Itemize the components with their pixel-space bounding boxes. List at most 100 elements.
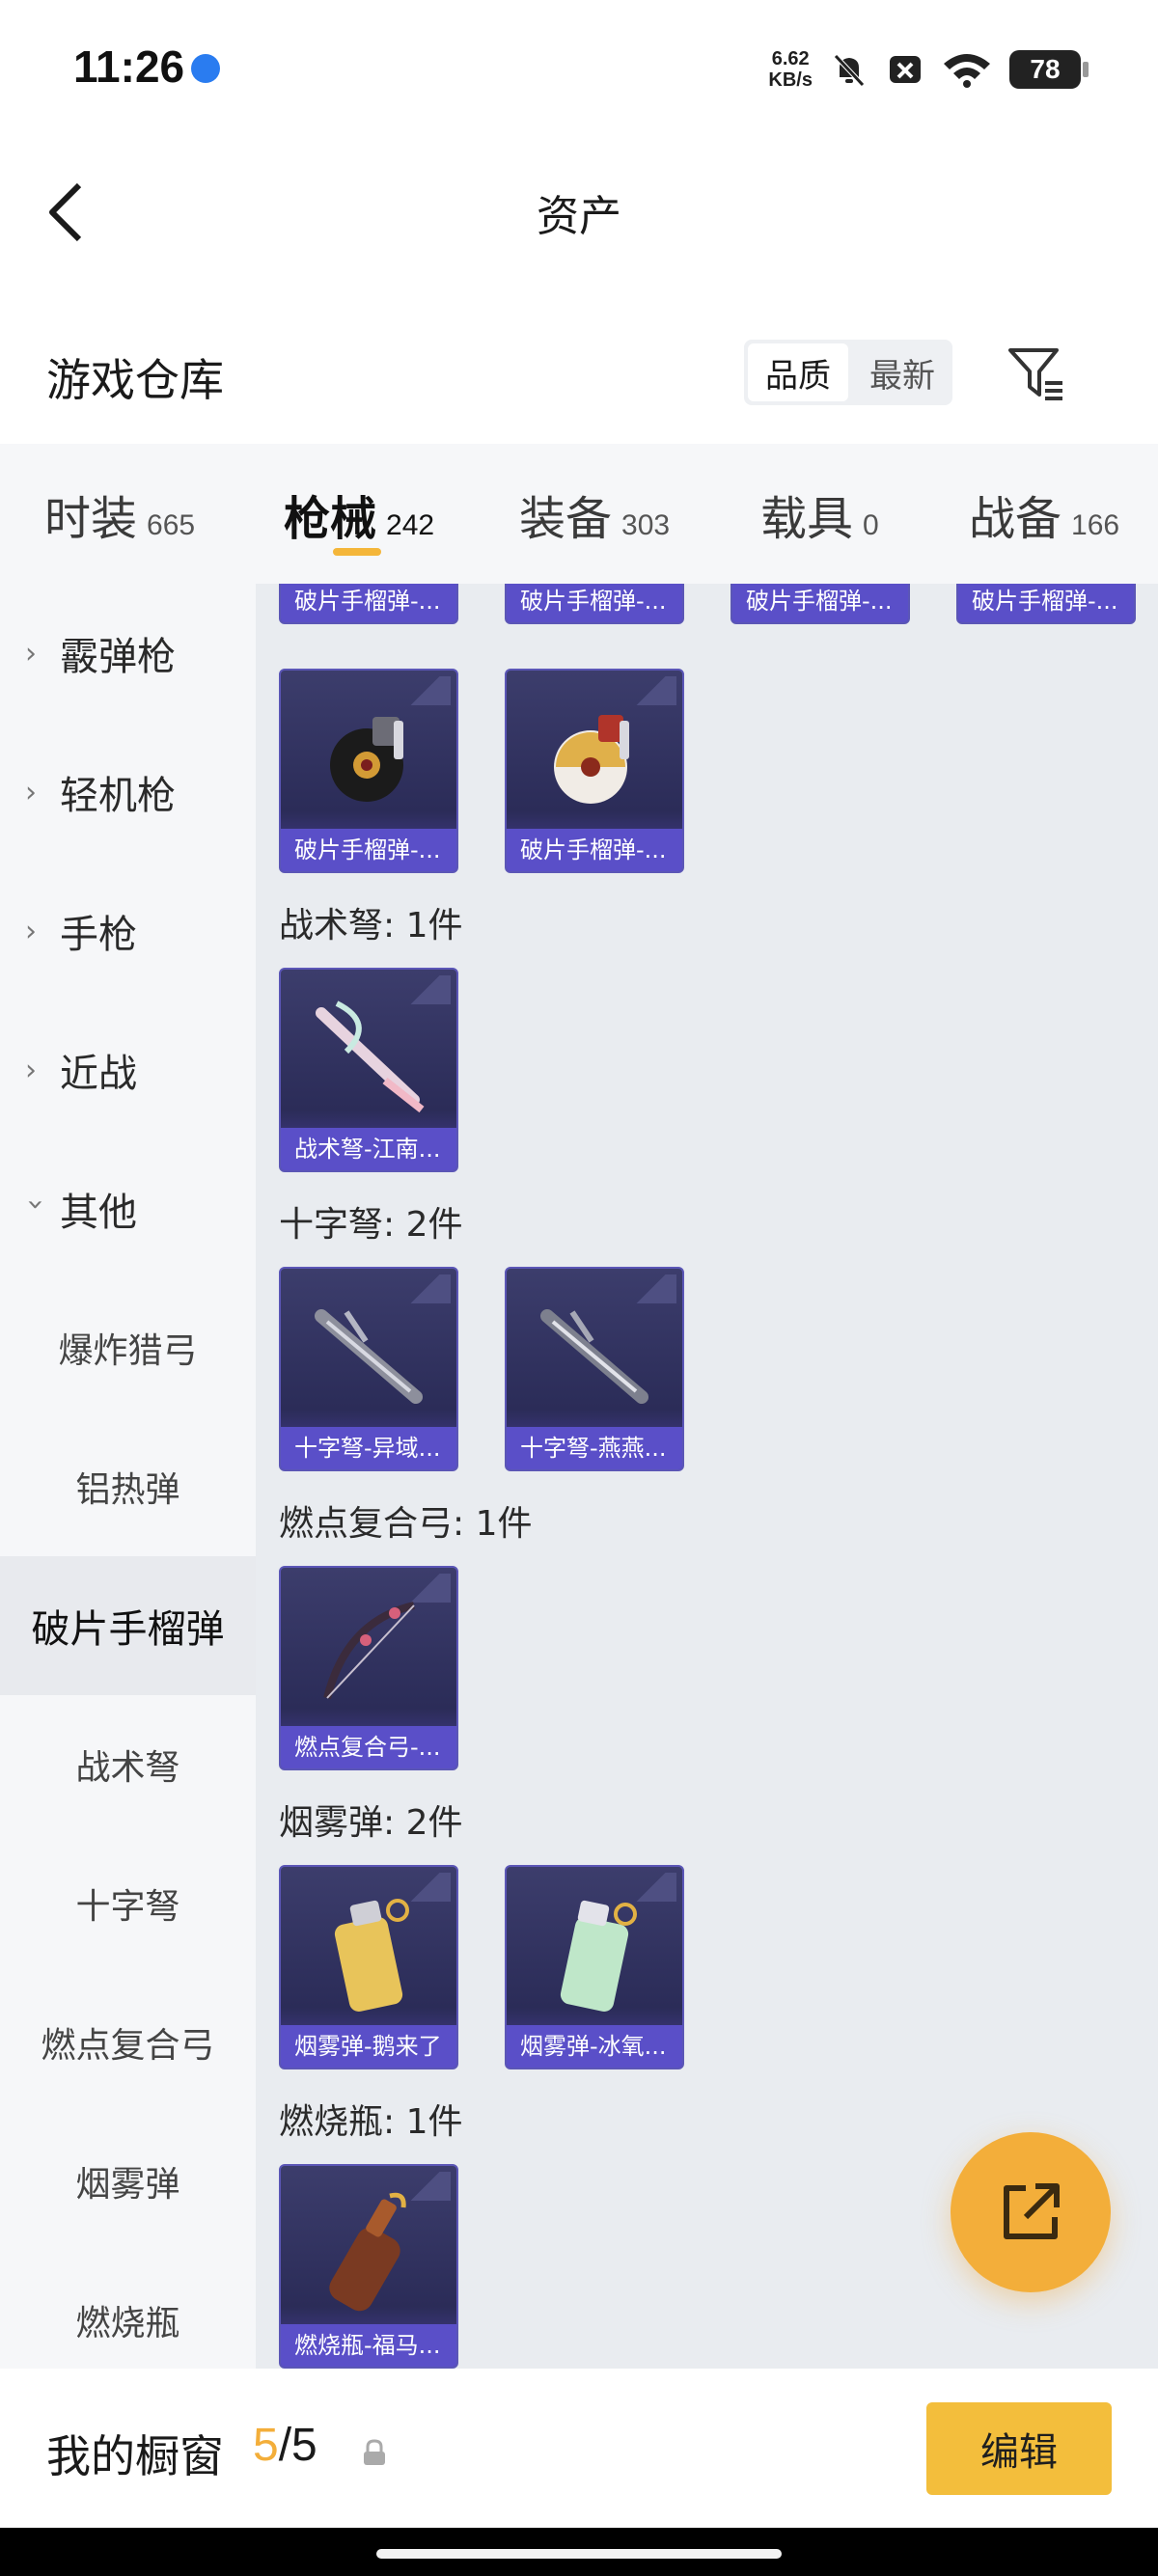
item-card[interactable]: 烟雾弹-冰氧... xyxy=(505,1865,684,2069)
category-tabs: 时装 665 枪械 242 装备 303 载具 0 战备 166 xyxy=(0,444,1158,584)
category-sidebar: › 霰弹枪 › 轻机枪 › 手枪 › 近战 › 其他 爆炸猎弓 铝热弹 破片手榴… xyxy=(0,584,256,2369)
app-notification-icon xyxy=(191,54,220,83)
crossbow-image xyxy=(300,1288,441,1423)
sidebar-sub-compound-bow[interactable]: 燃点复合弓 xyxy=(0,1973,256,2112)
smoke-grenade-image xyxy=(300,1886,441,2021)
crossbow-image xyxy=(526,1288,667,1423)
tab-count: 242 xyxy=(386,509,435,541)
share-fab-button[interactable] xyxy=(951,2132,1111,2292)
status-bar: 11:26 6.62 KB/s 78 xyxy=(0,0,1158,135)
item-card[interactable]: 燃烧瓶-福马... xyxy=(279,2164,458,2369)
tab-firearms[interactable]: 枪械 242 xyxy=(284,480,434,548)
item-card-label: 破片手榴弹-... xyxy=(507,584,682,622)
tab-count: 166 xyxy=(1071,509,1120,541)
item-card-label: 烟雾弹-冰氧... xyxy=(507,2025,682,2068)
item-card-label: 破片手榴弹-... xyxy=(507,829,682,871)
item-card-label: 破片手榴弹-... xyxy=(732,584,908,622)
chevron-right-icon: › xyxy=(25,1053,37,1087)
chevron-down-icon: › xyxy=(18,1198,53,1210)
tab-tactical[interactable]: 战备 166 xyxy=(969,480,1119,548)
item-card[interactable]: 破片手榴弹-... xyxy=(279,669,458,873)
filter-button[interactable] xyxy=(1002,340,1069,407)
network-speed: 6.62 KB/s xyxy=(768,48,813,91)
showcase-separator: / xyxy=(278,2420,292,2471)
sidebar-sub-tactical-crossbow[interactable]: 战术弩 xyxy=(0,1695,256,1834)
group-heading-molotov: 燃烧瓶: 1件 xyxy=(279,2102,463,2142)
tab-label: 战备 xyxy=(969,492,1062,546)
home-indicator[interactable] xyxy=(376,2549,782,2559)
net-speed-unit: KB/s xyxy=(768,69,813,91)
sidebar-item-other[interactable]: › 其他 xyxy=(0,1139,256,1278)
chevron-right-icon: › xyxy=(25,636,37,671)
item-card-label: 破片手榴弹-... xyxy=(281,584,456,622)
item-card[interactable]: 燃点复合弓-... xyxy=(279,1566,458,1770)
tab-label: 装备 xyxy=(519,492,613,546)
lock-icon xyxy=(364,2439,385,2465)
sidebar-item-lmg[interactable]: › 轻机枪 xyxy=(0,723,256,862)
sidebar-sub-crossbow[interactable]: 十字弩 xyxy=(0,1834,256,1973)
showcase-count: 5/5 xyxy=(253,2419,317,2472)
sidebar-sub-molotov[interactable]: 燃烧瓶 xyxy=(0,2251,256,2369)
item-card[interactable]: 战术弩-江南... xyxy=(279,968,458,1172)
item-card[interactable]: 破片手榴弹-... xyxy=(505,584,684,624)
smoke-grenade-image xyxy=(526,1886,667,2021)
grenade-black-image xyxy=(300,690,441,825)
page-header: 资产 xyxy=(0,135,1158,285)
item-card[interactable]: 十字弩-燕燕... xyxy=(505,1267,684,1471)
tab-vehicles[interactable]: 载具 0 xyxy=(760,480,879,548)
status-time: 11:26 xyxy=(73,41,185,92)
item-grid: 破片手榴弹-... 破片手榴弹-... 破片手榴弹-... 破片手榴弹-... … xyxy=(256,584,1158,2369)
showcase-total: 5 xyxy=(291,2420,317,2471)
item-card[interactable]: 烟雾弹-鹅来了 xyxy=(279,1865,458,2069)
sidebar-item-label: 霰弹枪 xyxy=(60,635,176,679)
item-card[interactable]: 破片手榴弹-... xyxy=(279,584,458,624)
edit-button[interactable]: 编辑 xyxy=(926,2402,1112,2495)
tab-equipment[interactable]: 装备 303 xyxy=(519,480,670,548)
mute-bell-icon xyxy=(834,54,865,87)
item-card-label: 战术弩-江南... xyxy=(281,1128,456,1170)
sidebar-sub-explosive-bow[interactable]: 爆炸猎弓 xyxy=(0,1278,256,1417)
battery-indicator: 78 xyxy=(1009,50,1089,89)
tab-label: 枪械 xyxy=(284,492,377,546)
tactical-crossbow-image xyxy=(300,989,441,1124)
section-title: 游戏仓库 xyxy=(46,354,224,406)
tab-count: 303 xyxy=(621,509,671,541)
item-card[interactable]: 破片手榴弹-... xyxy=(956,584,1136,624)
compound-bow-image xyxy=(300,1587,441,1722)
active-tab-indicator xyxy=(333,548,381,556)
item-card-label: 破片手榴弹-... xyxy=(281,829,456,871)
tab-label: 时装 xyxy=(44,492,138,546)
showcase-bar: 我的橱窗 5/5 编辑 xyxy=(0,2369,1158,2528)
sort-quality-option[interactable]: 品质 xyxy=(748,343,848,401)
tab-count: 0 xyxy=(863,509,879,541)
sidebar-item-melee[interactable]: › 近战 xyxy=(0,1000,256,1139)
sidebar-item-pistol[interactable]: › 手枪 xyxy=(0,862,256,1000)
group-heading-crossbow: 十字弩: 2件 xyxy=(279,1205,463,1245)
sort-toggle: 品质 最新 xyxy=(744,340,952,405)
item-card-label: 破片手榴弹-... xyxy=(958,584,1134,622)
status-icons: 6.62 KB/s 78 xyxy=(768,41,1089,98)
showcase-label: 我的橱窗 xyxy=(46,2430,224,2482)
net-speed-value: 6.62 xyxy=(771,48,810,69)
sidebar-sub-thermite[interactable]: 铝热弹 xyxy=(0,1417,256,1556)
group-heading-smoke-grenade: 烟雾弹: 2件 xyxy=(279,1803,463,1843)
sidebar-sub-frag-grenade[interactable]: 破片手榴弹 xyxy=(0,1556,256,1695)
chevron-right-icon: › xyxy=(25,775,37,809)
sidebar-sub-smoke-grenade[interactable]: 烟雾弹 xyxy=(0,2112,256,2251)
filter-icon xyxy=(1008,348,1062,400)
item-card[interactable]: 破片手榴弹-... xyxy=(731,584,910,624)
item-card-label: 烟雾弹-鹅来了 xyxy=(281,2025,456,2068)
tab-label: 载具 xyxy=(760,492,854,546)
page-title: 资产 xyxy=(537,192,621,241)
item-card[interactable]: 破片手榴弹-... xyxy=(505,669,684,873)
item-card-label: 燃烧瓶-福马... xyxy=(281,2324,456,2367)
sidebar-item-shotgun[interactable]: › 霰弹枪 xyxy=(0,584,256,723)
tab-fashion[interactable]: 时装 665 xyxy=(44,480,195,548)
chevron-right-icon: › xyxy=(25,914,37,948)
external-link-icon xyxy=(1004,2183,1060,2239)
sidebar-item-label: 轻机枪 xyxy=(60,774,176,818)
sort-newest-option[interactable]: 最新 xyxy=(852,340,952,405)
sidebar-item-label: 手枪 xyxy=(60,913,137,957)
wifi-icon xyxy=(944,54,990,88)
item-card[interactable]: 十字弩-异域... xyxy=(279,1267,458,1471)
